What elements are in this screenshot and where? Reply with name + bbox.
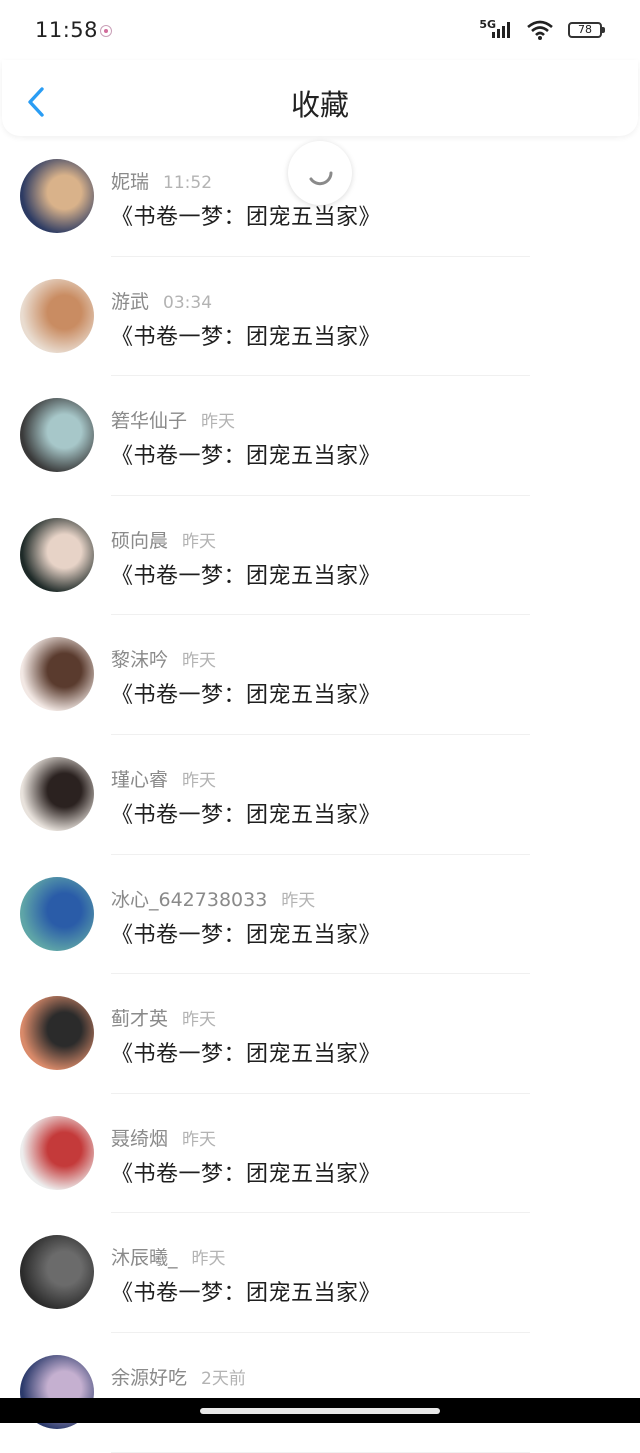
timestamp: 昨天	[191, 1249, 226, 1270]
favorite-item[interactable]: 聂绮烟 昨天《书卷一梦：团宠五当家》	[0, 1094, 640, 1214]
timestamp: 昨天	[182, 531, 217, 552]
timestamp: 昨天	[182, 1129, 217, 1150]
message-text: 《书卷一梦：团宠五当家》	[111, 205, 382, 230]
battery-icon: 78	[568, 22, 605, 38]
avatar[interactable]	[20, 398, 94, 473]
status-bar: 11:58 5G 78	[0, 0, 640, 60]
sender-line: 沐辰曦_ 昨天	[111, 1243, 226, 1270]
avatar[interactable]	[20, 517, 94, 592]
sender-name: 蓟才英	[111, 1008, 169, 1031]
message-text: 《书卷一梦：团宠五当家》	[111, 563, 382, 589]
sender-line: 黎沫吟 昨天	[111, 645, 216, 672]
message-text: 《书卷一梦：团宠五当家》	[111, 1042, 382, 1068]
favorite-item[interactable]: 硕向晨 昨天《书卷一梦：团宠五当家》	[0, 496, 640, 616]
avatar[interactable]	[20, 996, 94, 1071]
message-text: 《书卷一梦：团宠五当家》	[111, 922, 382, 948]
loading-spinner	[288, 141, 352, 205]
timestamp: 昨天	[281, 890, 316, 911]
message-text: 《书卷一梦：团宠五当家》	[111, 802, 382, 828]
avatar[interactable]	[20, 1235, 94, 1310]
timestamp: 昨天	[182, 1010, 217, 1031]
message-text: 《书卷一梦：团宠五当家》	[111, 324, 382, 350]
favorite-item[interactable]: 箬华仙子 昨天《书卷一梦：团宠五当家》	[0, 376, 640, 496]
header-bar: 收藏	[2, 60, 638, 136]
message-text: 《书卷一梦：团宠五当家》	[111, 1161, 382, 1187]
favorite-item[interactable]: 蓟才英 昨天《书卷一梦：团宠五当家》	[0, 974, 640, 1094]
sender-line: 蓟才英 昨天	[111, 1004, 216, 1031]
sender-name: 瑾心睿	[111, 768, 169, 791]
avatar[interactable]	[20, 756, 94, 831]
sender-line: 余源好吃 2天前	[111, 1363, 246, 1390]
timestamp: 2天前	[201, 1368, 246, 1389]
favorite-item[interactable]: 沐辰曦_ 昨天《书卷一梦：团宠五当家》	[0, 1213, 640, 1333]
sender-name: 沐辰曦_	[111, 1247, 178, 1270]
status-time: 11:58	[35, 18, 99, 42]
message-text: 《书卷一梦：团宠五当家》	[111, 683, 382, 709]
sender-name: 游武	[111, 290, 150, 313]
sender-name: 黎沫吟	[111, 649, 169, 672]
message-text: 《书卷一梦：团宠五当家》	[111, 444, 382, 470]
sender-name: 余源好吃	[111, 1366, 188, 1389]
timestamp: 11:52	[163, 173, 213, 193]
sender-name: 硕向晨	[111, 529, 169, 552]
home-indicator[interactable]	[200, 1408, 440, 1414]
timestamp: 昨天	[201, 412, 236, 433]
favorites-list: 妮瑞 11:52 《书卷一梦：团宠五当家》 游武 03:34 《书卷一梦：团宠五当家》 箬华…	[0, 137, 640, 1453]
avatar[interactable]	[20, 159, 94, 233]
sender-name: 箬华仙子	[111, 410, 188, 433]
notification-icon	[100, 25, 112, 37]
status-icons: 5G 78	[446, 18, 606, 44]
sender-line: 妮瑞 11:52	[111, 167, 212, 194]
avatar[interactable]	[20, 278, 94, 353]
avatar[interactable]	[20, 876, 94, 951]
favorite-item[interactable]: 瑾心睿 昨天《书卷一梦：团宠五当家》	[0, 735, 640, 855]
favorite-item[interactable]: 黎沫吟 昨天《书卷一梦：团宠五当家》	[0, 615, 640, 735]
message-text: 《书卷一梦：团宠五当家》	[111, 1281, 382, 1307]
timestamp: 昨天	[182, 770, 217, 791]
wifi-icon	[527, 20, 553, 40]
timestamp: 03:34	[163, 292, 213, 313]
favorite-item[interactable]: 余源好吃 2天前	[0, 1333, 640, 1453]
sender-line: 聂绮烟 昨天	[111, 1124, 216, 1151]
divider	[111, 1451, 530, 1453]
sender-line: 硕向晨 昨天	[111, 526, 216, 553]
avatar[interactable]	[20, 1115, 94, 1190]
signal-icon	[492, 22, 510, 38]
sender-line: 箬华仙子 昨天	[111, 406, 235, 433]
system-navigation-bar	[0, 1398, 640, 1423]
avatar[interactable]	[20, 637, 94, 712]
page-title: 收藏	[290, 88, 349, 122]
timestamp: 昨天	[182, 651, 217, 672]
sender-name: 冰心_642738033	[111, 888, 268, 911]
sender-name: 妮瑞	[111, 171, 150, 193]
favorite-item[interactable]: 游武 03:34 《书卷一梦：团宠五当家》	[0, 257, 640, 377]
sender-name: 聂绮烟	[111, 1127, 169, 1150]
loading-icon	[309, 171, 333, 186]
sender-line: 游武 03:34	[111, 287, 212, 314]
sender-line: 瑾心睿 昨天	[111, 765, 216, 792]
sender-line: 冰心_642738033 昨天	[111, 885, 315, 912]
favorite-item[interactable]: 冰心_642738033 昨天《书卷一梦：团宠五当家》	[0, 855, 640, 975]
